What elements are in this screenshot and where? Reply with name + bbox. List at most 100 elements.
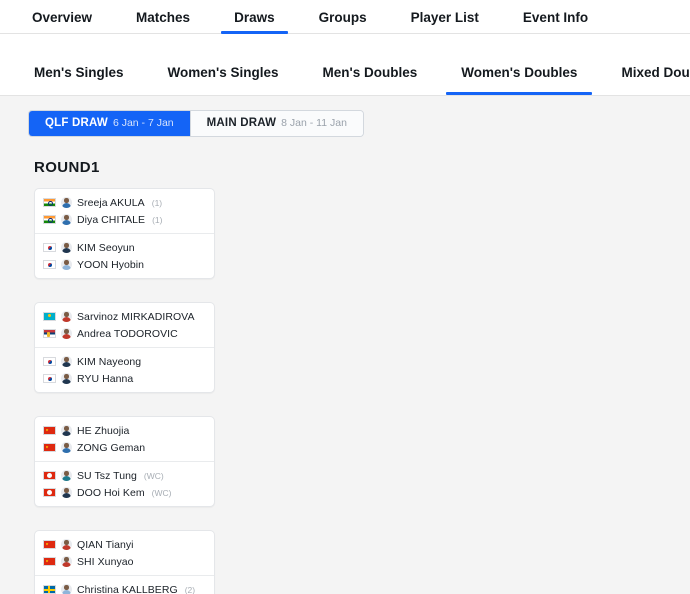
player-avatar [61,242,72,253]
player-row[interactable]: Christina KALLBERG (2) [43,581,214,594]
category-tab-label: Men's Singles [34,64,124,80]
player-row[interactable]: Sarvinoz MIRKADIROVA [43,308,214,325]
flag-india-icon [43,215,56,224]
nav-item-label: Groups [318,9,367,25]
player-name: HE Zhuojia [77,424,130,437]
flag-hong-kong-icon [43,488,56,497]
nav-item-label: Event Info [522,9,589,25]
category-active-indicator [446,92,593,95]
category-tab-women-s-singles[interactable]: Women's Singles [145,49,300,95]
player-name: SU Tsz Tung [77,469,137,482]
player-avatar [61,470,72,481]
nav-item-label: Player List [410,9,479,25]
player-row[interactable]: Sreeja AKULA (1) [43,194,214,211]
category-tab-mixed-doubles[interactable]: Mixed Doubles [599,49,690,95]
match-card[interactable]: Sarvinoz MIRKADIROVA Andrea TODOROVIC KIM … [34,302,215,393]
match-team[interactable]: Sreeja AKULA (1) Diya CHITALE (1) [35,189,214,233]
nav-item-label: Overview [32,9,93,25]
nav-item-event-info[interactable]: Event Info [501,0,610,34]
player-name: DOO Hoi Kem [77,486,145,499]
match-team[interactable]: HE Zhuojia ZONG Geman [35,417,214,461]
nav-item-matches[interactable]: Matches [114,0,212,34]
category-tab-men-s-singles[interactable]: Men's Singles [12,49,145,95]
main-draw-dates: 8 Jan - 11 Jan [281,117,347,129]
player-name: ZONG Geman [77,441,146,454]
player-row[interactable]: ZONG Geman [43,439,214,456]
player-avatar [61,311,72,322]
match-team[interactable]: KIM Nayeong RYU Hanna [35,347,214,392]
player-name: Diya CHITALE [77,213,146,226]
flag-south-korea-icon [43,243,56,252]
player-avatar [61,425,72,436]
flag-serbia-icon [43,329,56,338]
player-row[interactable]: Diya CHITALE (1) [43,211,214,228]
qlf-draw-tab[interactable]: QLF DRAW 6 Jan - 7 Jan [29,111,190,136]
player-name: YOON Hyobin [77,258,145,271]
qlf-draw-dates: 6 Jan - 7 Jan [112,117,174,129]
player-row[interactable]: HE Zhuojia [43,422,214,439]
player-row[interactable]: Andrea TODOROVIC [43,325,214,342]
player-name: KIM Seoyun [77,241,135,254]
category-tab-label: Women's Doubles [461,64,578,80]
flag-south-korea-icon [43,260,56,269]
player-name: SHI Xunyao [77,555,134,568]
player-row[interactable]: KIM Nayeong [43,353,214,370]
flag-china-icon [43,426,56,435]
match-team[interactable]: SU Tsz Tung (WC) DOO Hoi Kem (WC) [35,461,214,506]
match-team[interactable]: Sarvinoz MIRKADIROVA Andrea TODOROVIC [35,303,214,347]
draw-stage-toggle: QLF DRAW 6 Jan - 7 Jan MAIN DRAW 8 Jan -… [28,110,364,137]
player-seed-badge: (2) [184,584,196,594]
player-row[interactable]: SHI Xunyao [43,553,214,570]
player-row[interactable]: KIM Seoyun [43,239,214,256]
nav-item-player-list[interactable]: Player List [389,0,501,34]
player-name: Andrea TODOROVIC [77,327,178,340]
category-tab-label: Mixed Doubles [621,64,690,80]
qlf-draw-label: QLF DRAW [45,117,108,129]
match-team[interactable]: Christina KALLBERG(2)Linda BERGSTROM(2) [35,575,214,594]
primary-navigation: Overview Matches Draws Groups Player List Eve… [0,0,690,34]
main-draw-label: MAIN DRAW [206,117,277,129]
nav-item-label: Matches [136,9,191,25]
nav-item-draws[interactable]: Draws [212,0,297,34]
event-category-navigation: Men's Singles Women's Singles Men's Double… [0,34,690,96]
main-draw-tab[interactable]: MAIN DRAW 8 Jan - 11 Jan [189,111,363,136]
category-tab-women-s-doubles[interactable]: Women's Doubles [439,49,599,95]
player-row[interactable]: DOO Hoi Kem (WC) [43,484,214,501]
flag-south-korea-icon [43,374,56,383]
match-card[interactable]: Sreeja AKULA (1) Diya CHITALE (1) KIM Seoyun… [34,188,215,279]
player-name: QIAN Tianyi [77,538,134,551]
player-row[interactable]: SU Tsz Tung (WC) [43,467,214,484]
player-name: Christina KALLBERG [77,583,178,594]
category-tab-label: Men's Doubles [322,64,418,80]
player-name: RYU Hanna [77,372,134,385]
category-tab-label: Women's Singles [167,64,279,80]
flag-india-icon [43,198,56,207]
player-avatar [61,214,72,225]
player-seed-badge: (WC) [143,470,164,481]
nav-item-overview[interactable]: Overview [10,0,114,34]
match-card[interactable]: HE Zhuojia ZONG Geman SU Tsz Tung (WC) DOO H… [34,416,215,507]
player-avatar [61,259,72,270]
player-avatar [61,539,72,550]
match-team[interactable]: QIAN Tianyi SHI Xunyao [35,531,214,575]
flag-south-korea-icon [43,357,56,366]
player-name: KIM Nayeong [77,355,142,368]
category-tab-men-s-doubles[interactable]: Men's Doubles [300,49,439,95]
flag-china-icon [43,557,56,566]
player-seed-badge: (1) [151,197,163,208]
player-row[interactable]: YOON Hyobin [43,256,214,273]
match-list: Sreeja AKULA (1) Diya CHITALE (1) KIM Seoyun… [28,188,690,594]
nav-active-indicator [221,31,288,34]
nav-item-groups[interactable]: Groups [297,0,389,34]
player-avatar [61,356,72,367]
match-card[interactable]: QIAN Tianyi SHI Xunyao Christina KALLBERG (… [34,530,215,594]
player-row[interactable]: QIAN Tianyi [43,536,214,553]
player-seed-badge: (WC) [151,487,172,498]
flag-kazakhstan-icon [43,312,56,321]
flag-sweden-icon [43,585,56,594]
match-team[interactable]: KIM Seoyun YOON Hyobin [35,233,214,278]
player-avatar [61,442,72,453]
flag-hong-kong-icon [43,471,56,480]
round-heading: ROUND1 [34,159,100,176]
player-row[interactable]: RYU Hanna [43,370,214,387]
